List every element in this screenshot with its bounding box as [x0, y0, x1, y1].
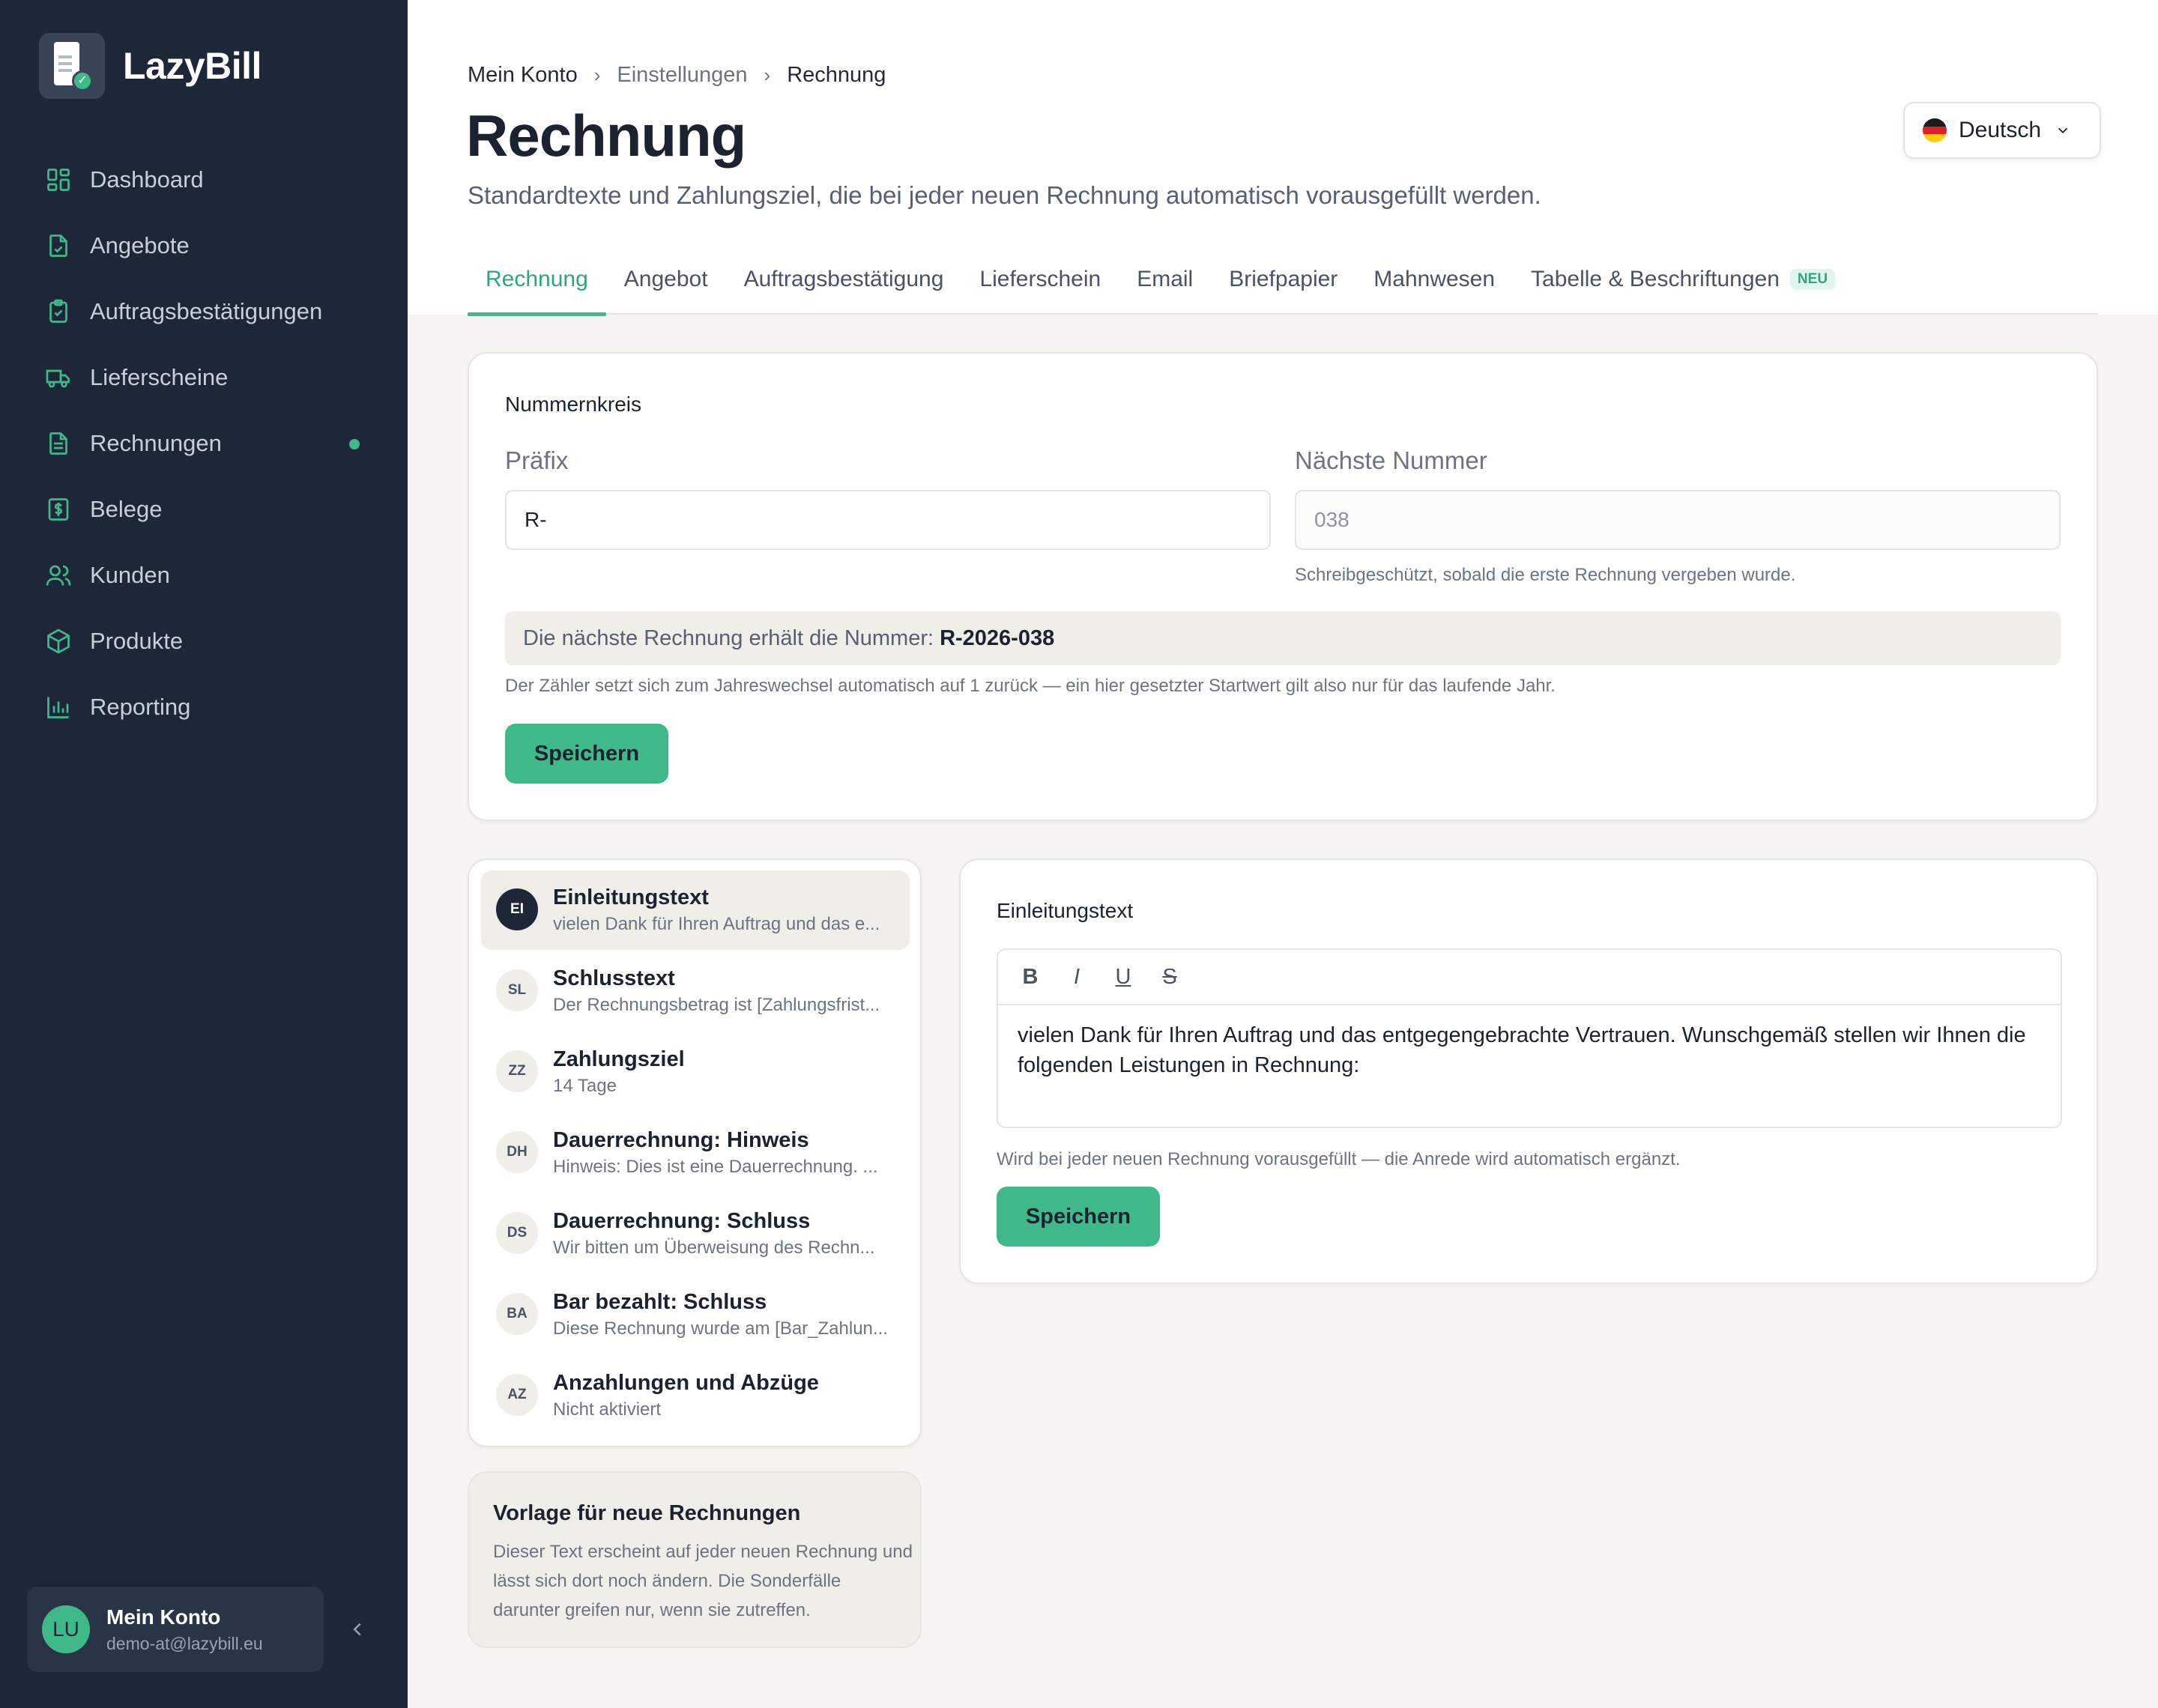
- sidebar-item-kunden[interactable]: Kunden: [45, 542, 367, 608]
- tab-angebot[interactable]: Angebot: [606, 253, 726, 315]
- preview-number: R-2026-038: [940, 626, 1055, 650]
- receipt-icon: [45, 496, 72, 523]
- sidebar-item-reporting[interactable]: Reporting: [45, 674, 367, 740]
- page-title: Rechnung: [466, 103, 746, 169]
- number-preview: Die nächste Rechnung erhält die Nummer: R…: [505, 611, 2061, 665]
- italic-button[interactable]: I: [1064, 965, 1089, 990]
- settings-tabs: Rechnung Angebot Auftragsbestätigung Lie…: [468, 253, 2098, 316]
- list-item[interactable]: SL Schlusstext Der Rechnungsbetrag ist […: [481, 951, 910, 1031]
- rich-text-editor[interactable]: B I U S vielen Dank für Ihren Auftrag un…: [997, 948, 2062, 1128]
- sidebar-item-label: Produkte: [90, 628, 184, 654]
- next-number-label: Nächste Nummer: [1295, 446, 1487, 474]
- breadcrumb-item-einstellungen[interactable]: Einstellungen: [617, 63, 747, 88]
- bar-chart-icon: [45, 694, 72, 721]
- next-number-input[interactable]: 038: [1295, 490, 2061, 550]
- account-email: demo-at@lazybill.eu: [106, 1633, 263, 1653]
- breadcrumb-item-current: Rechnung: [787, 63, 886, 87]
- dashboard-icon: [45, 166, 72, 193]
- sidebar-item-label: Belege: [90, 496, 163, 522]
- brand[interactable]: ✓ LazyBill: [39, 33, 262, 99]
- logo-icon: ✓: [39, 33, 105, 99]
- prefix-label: Präfix: [505, 446, 569, 474]
- new-badge: NEU: [1789, 269, 1836, 290]
- collapse-sidebar-icon[interactable]: [346, 1618, 369, 1641]
- users-icon: [45, 562, 72, 589]
- account-name: Mein Konto: [106, 1605, 221, 1629]
- reset-hint: Der Zähler setzt sich zum Jahreswechsel …: [505, 676, 1556, 696]
- prefix-input[interactable]: R-: [505, 490, 1271, 550]
- editor-heading: Einleitungstext: [997, 899, 1134, 922]
- chevron-right-icon: ›: [593, 64, 601, 86]
- sidebar: ✓ LazyBill Dashboard Angebote Auftragsbe…: [0, 0, 408, 1708]
- strikethrough-button[interactable]: S: [1157, 965, 1182, 990]
- tab-briefpapier[interactable]: Briefpapier: [1211, 253, 1355, 315]
- sidebar-item-label: Dashboard: [90, 166, 204, 193]
- sidebar-item-label: Auftragsbestätigungen: [90, 298, 323, 324]
- chevron-right-icon: ›: [764, 64, 771, 86]
- tab-email[interactable]: Email: [1119, 253, 1211, 315]
- info-text: Dieser Text erscheint auf jeder neuen Re…: [493, 1542, 913, 1620]
- language-label: Deutsch: [1959, 118, 2042, 142]
- breadcrumb: Mein Konto › Einstellungen › Rechnung: [468, 63, 886, 88]
- list-item[interactable]: ZZ Zahlungsziel 14 Tage: [481, 1032, 910, 1112]
- tab-rechnung[interactable]: Rechnung: [468, 253, 606, 316]
- tab-auftragsbestaetigung[interactable]: Auftragsbestätigung: [726, 253, 962, 315]
- list-item[interactable]: BA Bar bezahlt: Schluss Diese Rechnung w…: [481, 1275, 910, 1354]
- template-info-card: Vorlage für neue Rechnungen Dieser Text …: [468, 1471, 922, 1648]
- invoice-icon: [45, 430, 72, 457]
- list-item[interactable]: EI Einleitungstext vielen Dank für Ihren…: [481, 870, 910, 950]
- chevron-down-icon: [2058, 127, 2068, 134]
- list-item[interactable]: DH Dauerrechnung: Hinweis Hinweis: Dies …: [481, 1113, 910, 1193]
- sidebar-item-auftragsbestaetigungen[interactable]: Auftragsbestätigungen: [45, 279, 367, 345]
- main-content: Mein Konto › Einstellungen › Rechnung Re…: [408, 0, 2158, 1708]
- sidebar-item-rechnungen[interactable]: Rechnungen: [45, 411, 367, 476]
- offer-icon: [45, 232, 72, 259]
- editor-content[interactable]: vielen Dank für Ihren Auftrag und das en…: [998, 1005, 2061, 1095]
- list-item[interactable]: AZ Anzahlungen und Abzüge Nicht aktivier…: [481, 1356, 910, 1435]
- account-menu[interactable]: LU Mein Konto demo-at@lazybill.eu: [27, 1587, 324, 1672]
- sidebar-item-dashboard[interactable]: Dashboard: [45, 147, 367, 213]
- german-flag-icon: [1923, 118, 1947, 142]
- box-icon: [45, 628, 72, 655]
- textblock-list: EI Einleitungstext vielen Dank für Ihren…: [468, 858, 922, 1447]
- section-heading: Nummernkreis: [505, 393, 642, 416]
- nummernkreis-card: Nummernkreis Präfix R- Nächste Nummer 03…: [468, 352, 2098, 821]
- sidebar-item-label: Rechnungen: [90, 430, 222, 456]
- page-subtitle: Standardtexte und Zahlungsziel, die bei …: [468, 181, 1541, 209]
- bold-button[interactable]: B: [1018, 965, 1043, 990]
- info-title: Vorlage für neue Rechnungen: [493, 1501, 801, 1525]
- underline-button[interactable]: U: [1110, 965, 1136, 990]
- breadcrumb-item-mein-konto[interactable]: Mein Konto: [468, 63, 578, 88]
- sidebar-item-label: Lieferscheine: [90, 364, 229, 390]
- sidebar-item-angebote[interactable]: Angebote: [45, 213, 367, 279]
- sidebar-item-produkte[interactable]: Produkte: [45, 608, 367, 674]
- brand-name: LazyBill: [123, 45, 262, 87]
- list-item[interactable]: DS Dauerrechnung: Schluss Wir bitten um …: [481, 1194, 910, 1274]
- tab-lieferschein[interactable]: Lieferschein: [961, 253, 1119, 315]
- sidebar-item-label: Angebote: [90, 232, 190, 258]
- truck-icon: [45, 364, 72, 391]
- sidebar-nav: Dashboard Angebote Auftragsbestätigungen…: [45, 147, 367, 740]
- sidebar-item-lieferscheine[interactable]: Lieferscheine: [45, 345, 367, 411]
- sidebar-item-label: Kunden: [90, 562, 170, 588]
- language-select[interactable]: Deutsch: [1903, 102, 2101, 159]
- clipboard-check-icon: [45, 298, 72, 325]
- active-indicator-dot: [349, 439, 360, 449]
- editor-hint: Wird bei jeder neuen Rechnung vorausgefü…: [997, 1149, 1681, 1169]
- save-button[interactable]: Speichern: [997, 1187, 1160, 1247]
- tab-tabelle-beschriftungen[interactable]: Tabelle & Beschriftungen NEU: [1513, 253, 1853, 315]
- text-editor-card: Einleitungstext B I U S vielen Dank für …: [959, 858, 2098, 1284]
- sidebar-item-belege[interactable]: Belege: [45, 476, 367, 542]
- save-button[interactable]: Speichern: [505, 724, 668, 784]
- editor-toolbar: B I U S: [998, 950, 2061, 1005]
- next-number-hint: Schreibgeschützt, sobald die erste Rechn…: [1295, 565, 1796, 585]
- avatar: LU: [42, 1605, 90, 1653]
- tab-mahnwesen[interactable]: Mahnwesen: [1355, 253, 1513, 315]
- sidebar-item-label: Reporting: [90, 694, 191, 720]
